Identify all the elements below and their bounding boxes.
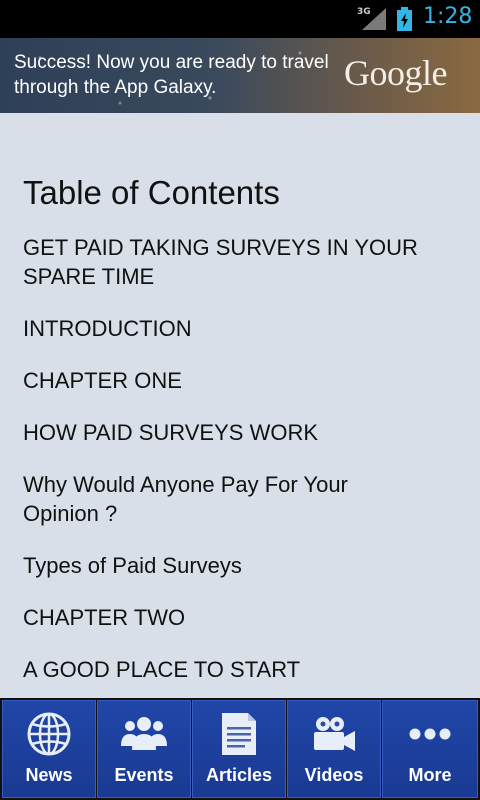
tab-more[interactable]: More: [382, 700, 478, 798]
ad-text: Success! Now you are ready to travel thr…: [14, 52, 329, 98]
bottom-tab-bar: News Events Articles Videos More: [0, 698, 480, 800]
ad-logo: Google: [344, 53, 447, 93]
tab-articles[interactable]: Articles: [192, 700, 286, 798]
tab-videos[interactable]: Videos: [287, 700, 381, 798]
tab-label: Videos: [304, 765, 364, 785]
people-icon: [121, 717, 167, 750]
toc-item[interactable]: Types of Paid Surveys: [23, 551, 457, 580]
tab-events[interactable]: Events: [97, 700, 191, 798]
clock: 1:28: [423, 4, 473, 29]
toc-item[interactable]: A GOOD PLACE TO START: [23, 655, 457, 684]
toc-item[interactable]: GET PAID TAKING SURVEYS IN YOUR SPARE TI…: [23, 233, 457, 291]
tab-label: Events: [114, 765, 174, 785]
toc-item[interactable]: CHAPTER TWO: [23, 603, 457, 632]
tab-news[interactable]: News: [2, 700, 96, 798]
tab-label: More: [408, 765, 452, 785]
tab-label: News: [25, 765, 73, 785]
toc-item[interactable]: INTRODUCTION: [23, 314, 457, 343]
page-title: Table of Contents: [23, 174, 280, 211]
status-bar: 3G 1:28: [0, 0, 480, 38]
toc-item[interactable]: HOW PAID SURVEYS WORK: [23, 418, 457, 447]
ad-banner[interactable]: Success! Now you are ready to travel thr…: [0, 38, 480, 113]
battery-charging-icon: [397, 7, 412, 31]
toc-item[interactable]: Why Would Anyone Pay For Your Opinion ?: [23, 470, 457, 528]
toc-item[interactable]: CHAPTER ONE: [23, 366, 457, 395]
globe-icon: [27, 712, 71, 756]
document-icon: [222, 713, 256, 755]
signal-icon: [362, 8, 386, 30]
tab-label: Articles: [205, 765, 273, 785]
more-dots-icon: [409, 728, 451, 740]
camera-icon: [314, 717, 355, 751]
toc-content[interactable]: Table of Contents GET PAID TAKING SURVEY…: [0, 113, 480, 698]
